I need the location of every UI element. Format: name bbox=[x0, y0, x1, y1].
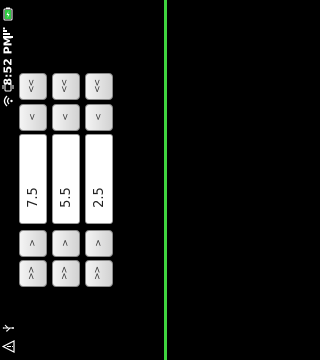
chevron-icon: > bbox=[93, 240, 104, 247]
chevron-icon: < bbox=[93, 114, 104, 121]
big-increment-button[interactable]: << bbox=[52, 73, 80, 100]
value-field[interactable]: 7.5 bbox=[19, 134, 47, 224]
big-decrement-button[interactable]: >> bbox=[52, 260, 80, 287]
usb-icon bbox=[0, 320, 16, 336]
increment-button[interactable]: < bbox=[52, 104, 80, 131]
double-chevron-icon: >> bbox=[60, 266, 71, 281]
big-increment-button[interactable]: << bbox=[19, 73, 47, 100]
stepper-column-2: << < 5.5 > >> bbox=[52, 0, 80, 360]
increment-button[interactable]: < bbox=[19, 104, 47, 131]
double-chevron-icon: << bbox=[60, 79, 71, 94]
warning-icon bbox=[0, 338, 16, 354]
chevron-icon: > bbox=[27, 240, 38, 247]
big-increment-button[interactable]: << bbox=[85, 73, 113, 100]
battery-charging-icon bbox=[0, 6, 16, 22]
double-chevron-icon: >> bbox=[93, 266, 104, 281]
wifi-icon bbox=[0, 94, 16, 108]
double-chevron-icon: << bbox=[27, 79, 38, 94]
value-text: 5.5 bbox=[58, 187, 74, 208]
big-decrement-button[interactable]: >> bbox=[85, 260, 113, 287]
decrement-button[interactable]: > bbox=[19, 230, 47, 257]
indicator-line bbox=[164, 0, 167, 360]
stepper-column-3: << < 2.5 > >> bbox=[85, 0, 113, 360]
value-field[interactable]: 2.5 bbox=[85, 134, 113, 224]
increment-button[interactable]: < bbox=[85, 104, 113, 131]
chevron-icon: < bbox=[60, 114, 71, 121]
value-text: 7.5 bbox=[25, 187, 41, 208]
big-decrement-button[interactable]: >> bbox=[19, 260, 47, 287]
vibrate-icon bbox=[0, 80, 16, 94]
stepper-column-1: << < 7.5 > >> bbox=[19, 0, 47, 360]
decrement-button[interactable]: > bbox=[52, 230, 80, 257]
decrement-button[interactable]: > bbox=[85, 230, 113, 257]
double-chevron-icon: << bbox=[93, 79, 104, 94]
status-time: 8:52 PM bbox=[1, 34, 15, 86]
value-field[interactable]: 5.5 bbox=[52, 134, 80, 224]
status-bar: 8:52 PM bbox=[0, 0, 16, 360]
value-text: 2.5 bbox=[91, 187, 107, 208]
chevron-icon: > bbox=[60, 240, 71, 247]
chevron-icon: < bbox=[27, 114, 38, 121]
double-chevron-icon: >> bbox=[27, 266, 38, 281]
